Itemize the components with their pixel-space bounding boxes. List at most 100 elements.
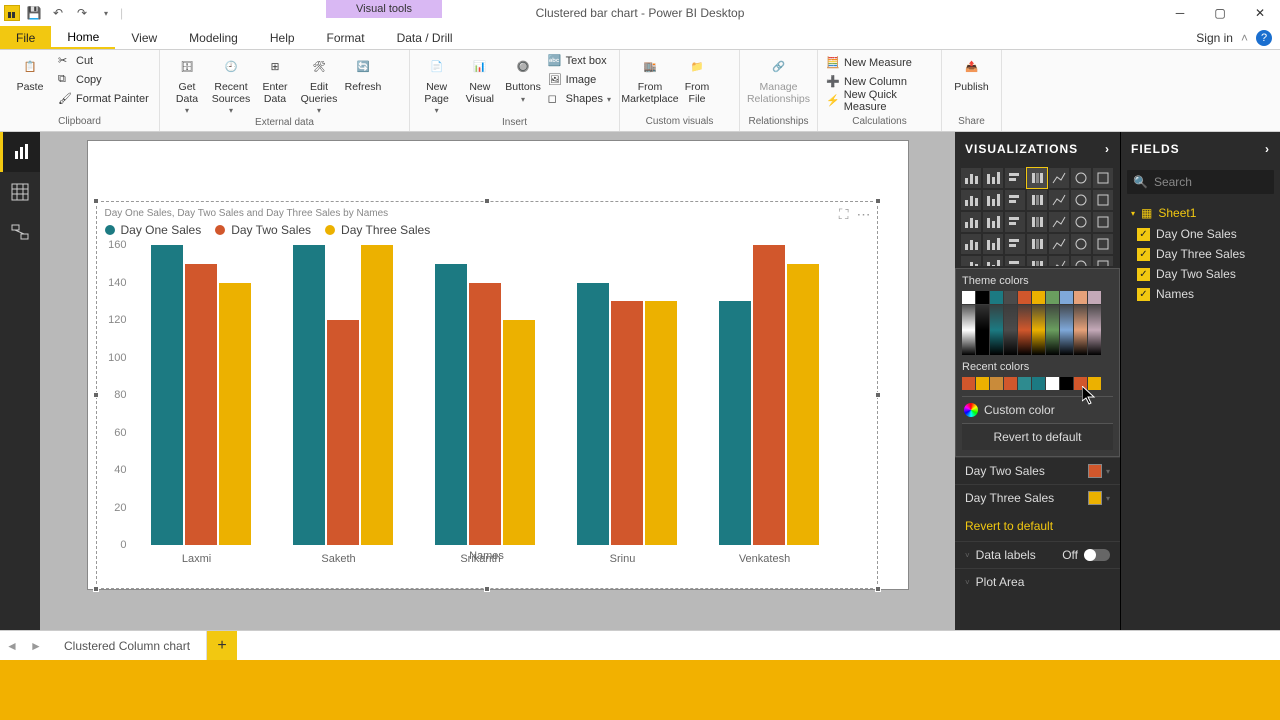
help-icon[interactable]: ? bbox=[1256, 30, 1272, 46]
color-swatch[interactable] bbox=[976, 291, 989, 304]
recent-sources-button[interactable]: 🕘Recent Sources▾ bbox=[210, 52, 252, 116]
color-shade-column[interactable] bbox=[1004, 305, 1017, 355]
paste-button[interactable]: 📋Paste bbox=[6, 52, 54, 94]
sign-in-link[interactable]: Sign in bbox=[1196, 31, 1233, 45]
color-swatch[interactable] bbox=[1032, 291, 1045, 304]
recent-color-swatch[interactable] bbox=[1004, 377, 1017, 390]
bar[interactable] bbox=[185, 264, 217, 545]
color-swatch[interactable] bbox=[962, 291, 975, 304]
edit-queries-button[interactable]: 🛠Edit Queries▾ bbox=[298, 52, 340, 116]
model-view-button[interactable] bbox=[0, 212, 40, 252]
report-view-button[interactable] bbox=[0, 132, 40, 172]
page-tab[interactable]: Clustered Column chart bbox=[48, 631, 207, 660]
new-visual-button[interactable]: 📊New Visual bbox=[459, 52, 500, 105]
viz-type-icon[interactable] bbox=[1027, 168, 1047, 188]
data-labels-toggle[interactable] bbox=[1084, 549, 1110, 561]
viz-type-icon[interactable] bbox=[1093, 190, 1113, 210]
bar[interactable] bbox=[719, 301, 751, 545]
get-data-button[interactable]: 🗄Get Data▾ bbox=[166, 52, 208, 116]
color-swatch[interactable] bbox=[1004, 291, 1017, 304]
viz-type-icon[interactable] bbox=[983, 168, 1003, 188]
recent-color-swatch[interactable] bbox=[976, 377, 989, 390]
collapse-fields-icon[interactable]: › bbox=[1265, 142, 1270, 156]
viz-type-icon[interactable] bbox=[983, 234, 1003, 254]
color-swatch[interactable] bbox=[990, 291, 1003, 304]
add-page-button[interactable]: + bbox=[207, 631, 237, 660]
tab-home[interactable]: Home bbox=[51, 26, 115, 49]
plot-area-row[interactable]: ˅Plot Area bbox=[955, 568, 1120, 595]
color-swatch[interactable] bbox=[1018, 291, 1031, 304]
revert-link[interactable]: Revert to default bbox=[955, 511, 1120, 541]
viz-type-icon[interactable] bbox=[1005, 190, 1025, 210]
color-shade-column[interactable] bbox=[1018, 305, 1031, 355]
bar[interactable] bbox=[645, 301, 677, 545]
viz-type-icon[interactable] bbox=[1093, 212, 1113, 232]
viz-type-icon[interactable] bbox=[1049, 256, 1069, 266]
format-painter-button[interactable]: 🖌Format Painter bbox=[56, 90, 151, 108]
save-button[interactable]: 💾 bbox=[24, 3, 44, 23]
bar[interactable] bbox=[293, 245, 325, 545]
recent-color-swatch[interactable] bbox=[990, 377, 1003, 390]
viz-type-icon[interactable] bbox=[1071, 168, 1091, 188]
field-item[interactable]: ✓Names bbox=[1121, 284, 1280, 304]
checkbox-icon[interactable]: ✓ bbox=[1137, 288, 1150, 301]
bar[interactable] bbox=[327, 320, 359, 545]
viz-type-icon[interactable] bbox=[1049, 234, 1069, 254]
viz-type-icon[interactable] bbox=[961, 256, 981, 266]
tab-format[interactable]: Format bbox=[311, 26, 381, 49]
collapse-viz-icon[interactable]: › bbox=[1105, 142, 1110, 156]
color-shade-column[interactable] bbox=[1046, 305, 1059, 355]
color-shade-column[interactable] bbox=[1032, 305, 1045, 355]
viz-type-icon[interactable] bbox=[1049, 212, 1069, 232]
from-marketplace-button[interactable]: 🏬From Marketplace bbox=[626, 52, 674, 105]
viz-type-icon[interactable] bbox=[961, 168, 981, 188]
bar[interactable] bbox=[787, 264, 819, 545]
viz-type-icon[interactable] bbox=[1049, 190, 1069, 210]
bar[interactable] bbox=[611, 301, 643, 545]
color-swatch[interactable] bbox=[1074, 291, 1087, 304]
qat-dropdown[interactable]: ▾ bbox=[96, 3, 116, 23]
viz-type-icon[interactable] bbox=[983, 190, 1003, 210]
field-item[interactable]: ✓Day One Sales bbox=[1121, 224, 1280, 244]
color-swatch[interactable] bbox=[1046, 291, 1059, 304]
recent-color-swatch[interactable] bbox=[1074, 377, 1087, 390]
bar[interactable] bbox=[503, 320, 535, 545]
publish-button[interactable]: 📤Publish bbox=[948, 52, 995, 94]
text-box-button[interactable]: 🔤Text box bbox=[546, 52, 613, 70]
viz-type-icon[interactable] bbox=[1093, 168, 1113, 188]
bar[interactable] bbox=[469, 283, 501, 546]
viz-type-icon[interactable] bbox=[1027, 234, 1047, 254]
recent-color-swatch[interactable] bbox=[1046, 377, 1059, 390]
tab-data-drill[interactable]: Data / Drill bbox=[381, 26, 469, 49]
data-view-button[interactable] bbox=[0, 172, 40, 212]
color-shade-column[interactable] bbox=[976, 305, 989, 355]
page-prev[interactable]: ◄ bbox=[0, 631, 24, 660]
checkbox-icon[interactable]: ✓ bbox=[1137, 228, 1150, 241]
from-file-button[interactable]: 📁From File bbox=[676, 52, 718, 105]
more-options-icon[interactable]: ⋯ bbox=[857, 206, 871, 223]
bar[interactable] bbox=[361, 245, 393, 545]
fields-search[interactable]: 🔍Search bbox=[1127, 170, 1274, 194]
report-canvas-area[interactable]: ⛶ ⋯ Day One Sales, Day Two Sales and Day… bbox=[40, 132, 955, 630]
minimize-button[interactable]: ─ bbox=[1160, 0, 1200, 26]
data-labels-row[interactable]: ˅Data labels Off bbox=[955, 541, 1120, 568]
viz-type-icon[interactable] bbox=[1005, 168, 1025, 188]
enter-data-button[interactable]: ⊞Enter Data bbox=[254, 52, 296, 105]
viz-type-icon[interactable] bbox=[983, 256, 1003, 266]
recent-color-swatch[interactable] bbox=[1018, 377, 1031, 390]
viz-type-icon[interactable] bbox=[1027, 212, 1047, 232]
color-shade-column[interactable] bbox=[962, 305, 975, 355]
series-color-row-2[interactable]: Day Two Sales ▾ bbox=[955, 457, 1120, 484]
focus-mode-icon[interactable]: ⛶ bbox=[839, 206, 849, 223]
close-button[interactable]: ✕ bbox=[1240, 0, 1280, 26]
ribbon-collapse-icon[interactable]: ˄ bbox=[1241, 31, 1248, 45]
viz-type-icon[interactable] bbox=[1049, 168, 1069, 188]
field-item[interactable]: ✓Day Two Sales bbox=[1121, 264, 1280, 284]
viz-type-icon[interactable] bbox=[961, 212, 981, 232]
viz-type-icon[interactable] bbox=[1071, 190, 1091, 210]
viz-type-icon[interactable] bbox=[961, 190, 981, 210]
color-shade-column[interactable] bbox=[990, 305, 1003, 355]
viz-type-icon[interactable] bbox=[1005, 256, 1025, 266]
bar[interactable] bbox=[753, 245, 785, 545]
checkbox-icon[interactable]: ✓ bbox=[1137, 248, 1150, 261]
